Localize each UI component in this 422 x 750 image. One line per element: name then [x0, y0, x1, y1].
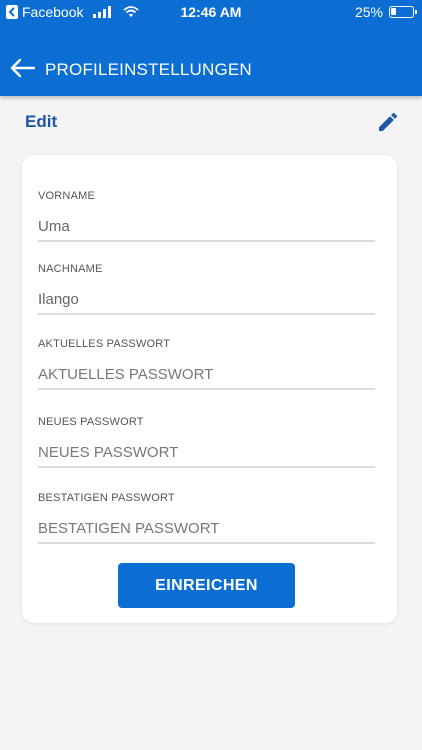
status-right: 25% — [354, 4, 417, 20]
new-password-field: NEUES PASSWORT — [38, 416, 375, 468]
new-password-input[interactable] — [38, 438, 375, 468]
confirm-password-label: BESTATIGEN PASSWORT — [38, 492, 175, 504]
first-name-field: VORNAME — [38, 190, 375, 242]
profile-settings-screen: Facebook 12:46 AM 25% PROFILEINSTELLUNGE… — [0, 0, 422, 750]
edit-row: Edit — [0, 108, 422, 138]
pencil-icon[interactable] — [376, 110, 400, 134]
current-password-label: AKTUELLES PASSWORT — [38, 338, 171, 350]
last-name-field: NACHNAME — [38, 263, 375, 315]
battery-level-fill — [391, 8, 396, 15]
current-password-input[interactable] — [38, 360, 375, 390]
edit-label: Edit — [25, 112, 58, 131]
new-password-label: NEUES PASSWORT — [38, 416, 144, 428]
battery-percent: 25% — [354, 4, 383, 20]
last-name-label: NACHNAME — [38, 263, 103, 275]
confirm-password-field: BESTATIGEN PASSWORT — [38, 492, 375, 544]
back-arrow-icon[interactable] — [10, 58, 36, 78]
first-name-input[interactable] — [38, 212, 375, 242]
header: Facebook 12:46 AM 25% PROFILEINSTELLUNGE… — [0, 0, 422, 96]
confirm-password-input[interactable] — [38, 514, 375, 544]
submit-button[interactable]: EINREICHEN — [118, 563, 295, 608]
last-name-input[interactable] — [38, 285, 375, 315]
status-bar: Facebook 12:46 AM 25% — [0, 0, 422, 24]
profile-form-card: VORNAME NACHNAME AKTUELLES PASSWORT NEUE… — [22, 155, 397, 623]
battery-icon — [389, 6, 417, 18]
page-title: PROFILEINSTELLUNGEN — [45, 60, 252, 79]
app-bar: PROFILEINSTELLUNGEN — [0, 50, 422, 90]
current-password-field: AKTUELLES PASSWORT — [38, 338, 375, 390]
first-name-label: VORNAME — [38, 190, 96, 202]
